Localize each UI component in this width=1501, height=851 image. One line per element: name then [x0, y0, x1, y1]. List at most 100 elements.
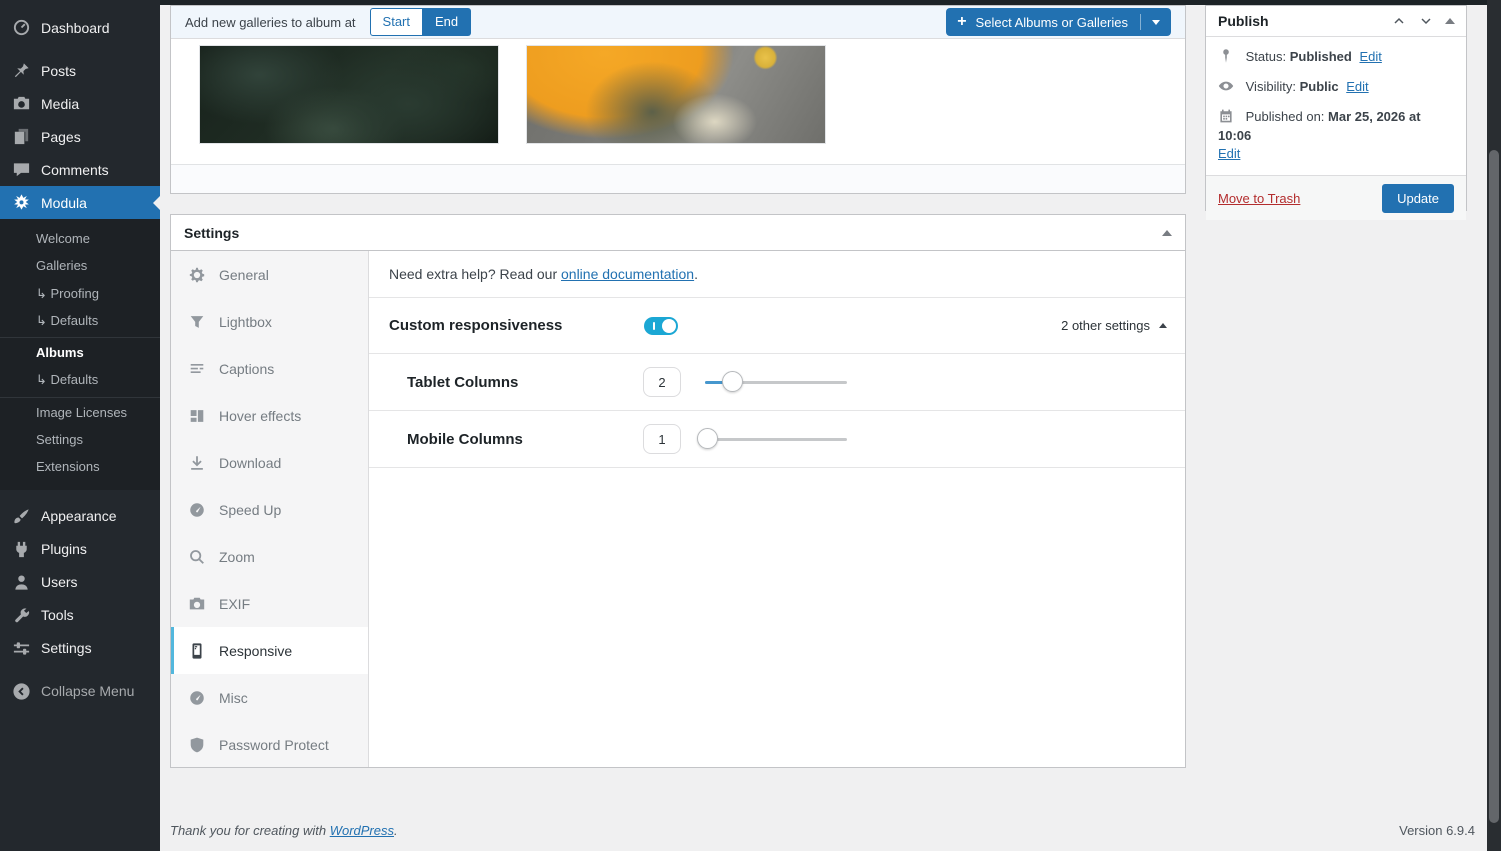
calendar-icon — [1218, 108, 1234, 124]
other-settings-label: 2 other settings — [1061, 318, 1150, 333]
sidebar-item-modula[interactable]: Modula — [0, 186, 160, 219]
move-to-trash-link[interactable]: Move to Trash — [1218, 191, 1300, 206]
sidebar-item-label: Modula — [41, 194, 87, 211]
tab-captions[interactable]: Captions — [171, 345, 368, 392]
submenu-item-defaults-albums[interactable]: ↳ Defaults — [0, 367, 160, 394]
sidebar-item-pages[interactable]: Pages — [0, 120, 160, 153]
tablet-columns-slider[interactable] — [705, 371, 847, 393]
hover-grid-icon — [188, 407, 206, 425]
mobile-columns-value[interactable]: 1 — [643, 424, 681, 454]
collapse-menu-button[interactable]: Collapse Menu — [0, 675, 160, 708]
collapse-panel-icon[interactable] — [1445, 18, 1455, 24]
user-icon — [12, 573, 31, 592]
gallery-thumbnail-leaves[interactable] — [200, 46, 498, 143]
tab-hover-effects[interactable]: Hover effects — [171, 392, 368, 439]
settings-panel-header[interactable]: Settings — [171, 215, 1185, 251]
tab-label: Hover effects — [219, 407, 302, 424]
submenu-item-image-licenses[interactable]: Image Licenses — [0, 396, 160, 427]
published-on-label: Published on: — [1245, 108, 1325, 124]
tab-password-protect[interactable]: Password Protect — [171, 721, 368, 768]
start-button[interactable]: Start — [369, 8, 424, 36]
footer-thanks-text: Thank you for creating with WordPress. — [170, 823, 398, 838]
sidebar-item-appearance[interactable]: Appearance — [0, 500, 160, 533]
sidebar-item-plugins[interactable]: Plugins — [0, 533, 160, 566]
mobile-columns-label: Mobile Columns — [407, 430, 523, 448]
submenu-item-welcome[interactable]: Welcome — [0, 226, 160, 253]
publish-header[interactable]: Publish — [1206, 6, 1466, 37]
submenu-item-proofing[interactable]: ↳ Proofing — [0, 281, 160, 308]
sidebar-item-dashboard[interactable]: Dashboard — [0, 11, 160, 44]
status-pin-icon — [1218, 48, 1234, 64]
end-button[interactable]: End — [423, 8, 472, 36]
current-menu-arrow — [153, 195, 160, 210]
mobile-columns-slider[interactable] — [697, 428, 847, 450]
collapse-panel-icon[interactable] — [1162, 229, 1172, 236]
sidebar-item-comments[interactable]: Comments — [0, 153, 160, 186]
plus-icon: + — [957, 13, 967, 30]
toggle-on-mark — [653, 321, 655, 330]
sidebar-item-label: Collapse Menu — [41, 683, 135, 700]
menu-separator — [0, 490, 160, 500]
slider-handle[interactable] — [697, 428, 718, 449]
publish-footer: Move to Trash Update — [1206, 175, 1466, 221]
gallery-thumbnail-sunflower[interactable] — [527, 46, 825, 143]
tab-download[interactable]: Download — [171, 439, 368, 486]
sidebar-item-posts[interactable]: Posts — [0, 54, 160, 87]
tab-lightbox[interactable]: Lightbox — [171, 298, 368, 345]
download-icon — [188, 454, 206, 472]
magnifier-icon — [188, 548, 206, 566]
tab-responsive[interactable]: Responsive — [171, 627, 368, 674]
help-row: Need extra help? Read our online documen… — [369, 251, 1185, 298]
eye-icon — [1218, 78, 1234, 94]
select-albums-or-galleries-button[interactable]: + Select Albums or Galleries — [946, 8, 1171, 36]
tab-label: Zoom — [219, 548, 255, 565]
submenu-item-extensions[interactable]: Extensions — [0, 454, 160, 481]
submenu-item-settings[interactable]: Settings — [0, 427, 160, 454]
sidebar-item-users[interactable]: Users — [0, 566, 160, 599]
submenu-item-albums[interactable]: Albums — [0, 337, 160, 367]
custom-responsiveness-toggle[interactable] — [644, 316, 678, 335]
tab-zoom[interactable]: Zoom — [171, 533, 368, 580]
sliders-icon — [12, 639, 31, 658]
tab-misc[interactable]: Misc — [171, 674, 368, 721]
wordpress-link[interactable]: WordPress — [330, 823, 394, 838]
chevron-down-icon[interactable] — [1152, 19, 1160, 25]
slider-handle[interactable] — [722, 371, 743, 392]
admin-sidebar: Dashboard Posts Media Pages Comments Mod… — [0, 0, 160, 851]
tab-exif[interactable]: EXIF — [171, 580, 368, 627]
tablet-columns-value[interactable]: 2 — [643, 367, 681, 397]
menu-separator — [0, 665, 160, 675]
caption-lines-icon — [188, 360, 206, 378]
sidebar-item-label: Pages — [41, 128, 81, 145]
speedometer-icon — [188, 501, 206, 519]
move-up-icon[interactable] — [1391, 13, 1407, 29]
tablet-columns-row: Tablet Columns 2 — [369, 354, 1185, 411]
custom-responsiveness-row: Custom responsiveness 2 other settings — [369, 298, 1185, 354]
album-panel-footer-strip — [171, 164, 1185, 193]
sidebar-item-label: Comments — [41, 161, 109, 178]
submenu-item-galleries[interactable]: Galleries — [0, 253, 160, 280]
publish-body: Status: Published Edit Visibility: Publi… — [1206, 37, 1466, 175]
move-down-icon[interactable] — [1418, 13, 1434, 29]
status-row: Status: Published Edit — [1218, 48, 1454, 67]
submenu-item-defaults-galleries[interactable]: ↳ Defaults — [0, 308, 160, 335]
sidebar-item-tools[interactable]: Tools — [0, 599, 160, 632]
settings-title: Settings — [184, 224, 240, 241]
edit-published-date-link[interactable]: Edit — [1218, 146, 1240, 161]
album-galleries-panel: Add new galleries to album at Start End … — [170, 5, 1186, 194]
slider-track — [705, 438, 847, 441]
edit-status-link[interactable]: Edit — [1359, 49, 1381, 64]
sidebar-item-label: Users — [41, 574, 78, 591]
other-settings-collapse[interactable]: 2 other settings — [1061, 318, 1167, 333]
update-button[interactable]: Update — [1382, 183, 1454, 213]
published-on-row: Published on: Mar 25, 2026 at 10:06 Edit — [1218, 108, 1454, 165]
tab-general[interactable]: General — [171, 251, 368, 298]
page-scrollbar-thumb[interactable] — [1489, 150, 1499, 823]
tab-speed-up[interactable]: Speed Up — [171, 486, 368, 533]
online-documentation-link[interactable]: online documentation — [561, 266, 694, 282]
status-label: Status: — [1245, 49, 1287, 64]
page-scrollbar-track[interactable] — [1487, 0, 1501, 851]
sidebar-item-media[interactable]: Media — [0, 87, 160, 120]
edit-visibility-link[interactable]: Edit — [1346, 79, 1368, 94]
sidebar-item-settings[interactable]: Settings — [0, 632, 160, 665]
